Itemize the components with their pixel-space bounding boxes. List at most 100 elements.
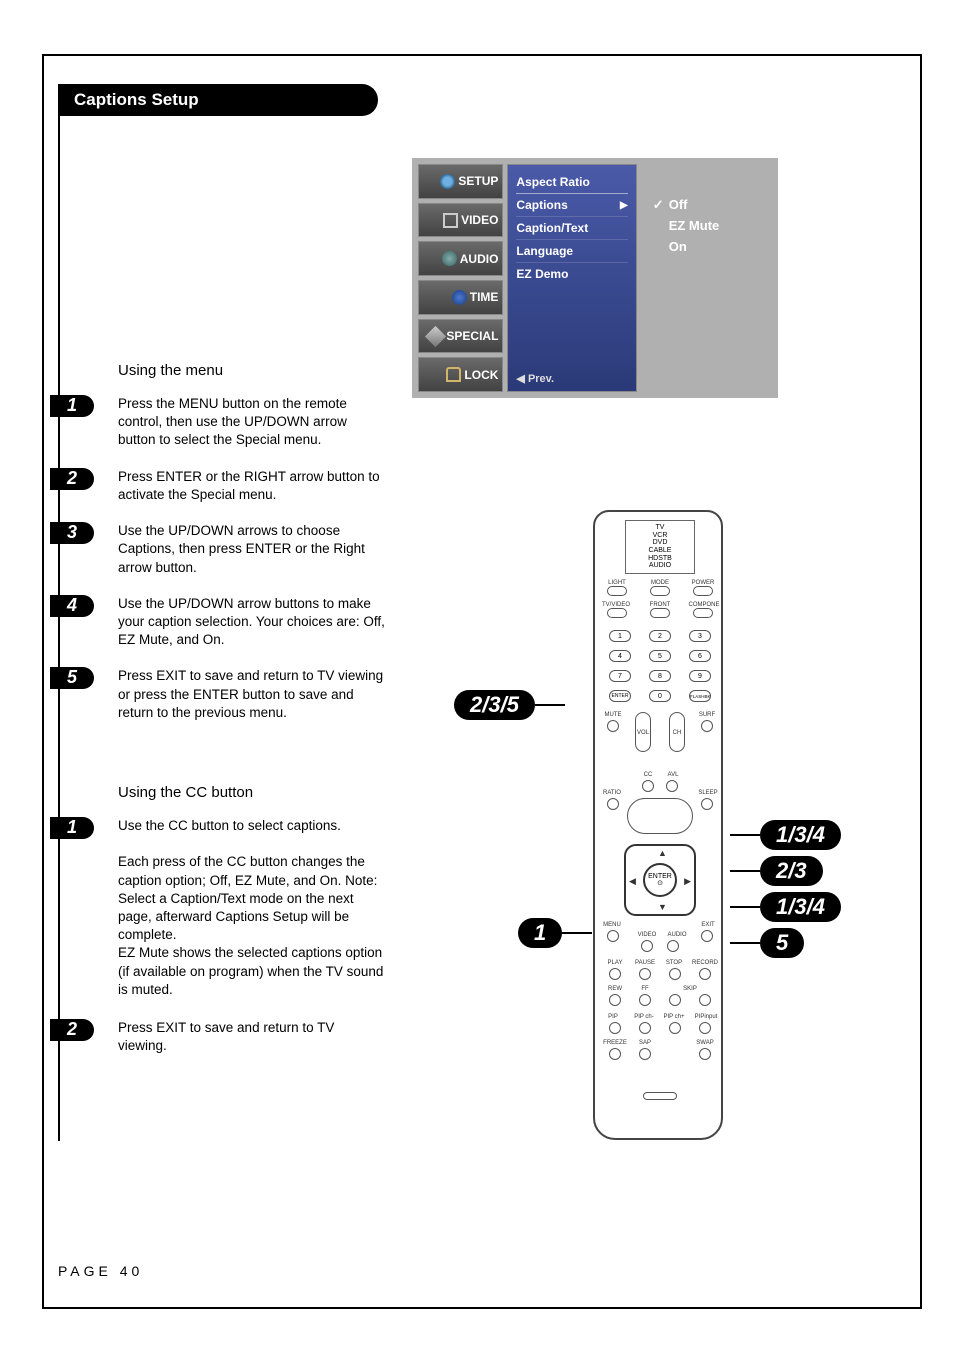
num-5: 5 — [649, 650, 671, 662]
special-icon — [425, 325, 446, 346]
enter-button: ENTER⊙ — [643, 863, 677, 897]
record-label: RECORD — [691, 960, 719, 966]
step-number: 1 — [50, 395, 94, 417]
callout-134b: 1/3/4 — [760, 892, 841, 922]
num-7: 7 — [609, 670, 631, 682]
screen-line: HDSTB — [626, 555, 694, 563]
osd-prev-hint: ◀ Prev. — [516, 372, 554, 385]
step-number: 2 — [50, 1019, 94, 1041]
num-6: 6 — [689, 650, 711, 662]
arrow-right-icon: ▶ — [684, 876, 691, 887]
component-button — [693, 608, 713, 618]
exit-label: EXIT — [697, 922, 719, 928]
enter-ring: ▲ ▼ ◀ ▶ ENTER⊙ — [624, 844, 696, 916]
sap-button — [639, 1048, 651, 1060]
flashbk-button: FLASHBK — [689, 690, 711, 702]
step-number: 2 — [50, 468, 94, 490]
osd-tab-label: TIME — [470, 290, 499, 304]
osd-item-ezdemo: EZ Demo — [516, 263, 627, 285]
menu-button — [607, 930, 619, 942]
pipchp-label: PIP ch+ — [661, 1014, 687, 1020]
sap-label: SAP — [635, 1040, 655, 1046]
remote-body: TV VCR DVD CABLE HDSTB AUDIO LIGHT MODE … — [593, 510, 723, 1140]
avl-button — [666, 780, 678, 792]
menu-label: MENU — [601, 922, 623, 928]
step-row: 2 Press EXIT to save and return to TV vi… — [118, 1019, 386, 1055]
osd-tab-label: SPECIAL — [446, 329, 498, 343]
pause-button — [639, 968, 651, 980]
osd-tab-audio: AUDIO — [418, 241, 503, 276]
osd-tab-setup: SETUP — [418, 164, 503, 199]
rew-label: REW — [605, 986, 625, 992]
step-text: Press EXIT to save and return to TV view… — [118, 1019, 386, 1055]
step-number: 3 — [50, 522, 94, 544]
sleep-label: SLEEP — [697, 790, 719, 796]
step-number: 4 — [50, 595, 94, 617]
osd-tab-lock: LOCK — [418, 357, 503, 392]
callout-5: 5 — [760, 928, 804, 958]
screen-line: CABLE — [626, 547, 694, 555]
stop-button — [669, 968, 681, 980]
step-number: 1 — [50, 817, 94, 839]
osd-option-on: On — [653, 236, 764, 257]
step-number: 5 — [50, 667, 94, 689]
page-footer: PAGE 40 — [58, 1263, 143, 1279]
callout-134a: 1/3/4 — [760, 820, 841, 850]
step-row: 5 Press EXIT to save and return to TV vi… — [118, 667, 386, 722]
step-text: Use the UP/DOWN arrows to choose Caption… — [118, 522, 386, 577]
page-title: Captions Setup — [58, 84, 378, 116]
vol-label: VOL — [635, 730, 651, 736]
enter-small-button: ENTER — [609, 690, 631, 702]
play-button — [609, 968, 621, 980]
audio-icon — [442, 251, 457, 266]
note-row: Each press of the CC button changes the … — [118, 853, 386, 999]
surf-button — [701, 720, 713, 732]
stop-label: STOP — [663, 960, 685, 966]
video-label: VIDEO — [635, 932, 659, 938]
pipchp-button — [669, 1022, 681, 1034]
osd-tab-label: VIDEO — [461, 213, 498, 227]
cc-button — [642, 780, 654, 792]
setup-icon — [440, 174, 455, 189]
osd-item-label: Captions — [516, 198, 567, 212]
front-button — [650, 608, 670, 618]
skip-next-button — [699, 994, 711, 1006]
num-9: 9 — [689, 670, 711, 682]
step-text: Press EXIT to save and return to TV view… — [118, 667, 386, 722]
osd-tabs: SETUP VIDEO AUDIO TIME SPECIAL LOCK — [416, 162, 505, 394]
step-row: 1 Use the CC button to select captions. — [118, 817, 386, 835]
pipchm-label: PIP ch- — [631, 1014, 657, 1020]
ff-button — [639, 994, 651, 1006]
audio-label: AUDIO — [665, 932, 689, 938]
mute-button — [607, 720, 619, 732]
video-icon — [443, 213, 458, 228]
callout-23: 2/3 — [760, 856, 823, 886]
osd-tab-time: TIME — [418, 280, 503, 315]
screen-line: VCR — [626, 532, 694, 540]
bottom-slot — [643, 1092, 677, 1100]
pipinput-label: PIPinput — [691, 1014, 721, 1020]
swap-label: SWAP — [693, 1040, 717, 1046]
osd-item-captions: Captions▶ — [516, 194, 627, 217]
num-3: 3 — [689, 630, 711, 642]
remote-screen: TV VCR DVD CABLE HDSTB AUDIO — [625, 520, 695, 574]
osd-tab-label: LOCK — [464, 368, 498, 382]
tvvideo-button — [607, 608, 627, 618]
ratio-button — [607, 798, 619, 810]
arrow-up-icon: ▲ — [658, 848, 667, 858]
light-button — [607, 586, 627, 596]
step-row: 2 Press ENTER or the RIGHT arrow button … — [118, 468, 386, 504]
callout-1: 1 — [518, 918, 562, 948]
osd-option-ezmute: EZ Mute — [653, 215, 764, 236]
osd-tab-video: VIDEO — [418, 203, 503, 238]
enter-label: ENTER — [648, 873, 672, 880]
play-label: PLAY — [605, 960, 625, 966]
osd-submenu: Aspect Ratio Captions▶ Caption/Text Lang… — [507, 164, 636, 392]
arrow-left-icon: ◀ — [629, 876, 636, 887]
swap-button — [699, 1048, 711, 1060]
num-8: 8 — [649, 670, 671, 682]
step-text: Press the MENU button on the remote cont… — [118, 395, 386, 450]
osd-item-language: Language — [516, 240, 627, 263]
rew-button — [609, 994, 621, 1006]
num-4: 4 — [609, 650, 631, 662]
